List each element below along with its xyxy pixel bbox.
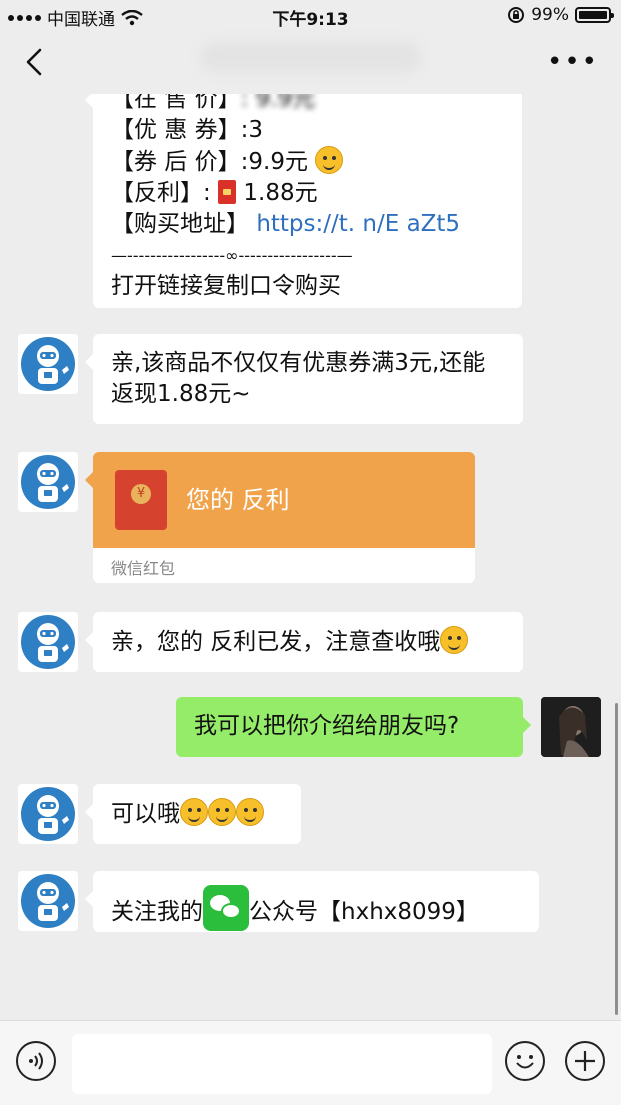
red-packet-title: 您的 反利 (186, 486, 290, 514)
bot-avatar[interactable] (18, 452, 78, 512)
bot-avatar[interactable] (18, 334, 78, 394)
plus-icon[interactable] (565, 1041, 605, 1081)
wechat-icon (203, 885, 249, 931)
bot-avatar[interactable] (18, 871, 78, 931)
red-packet-footer: 微信红包 (111, 559, 176, 578)
more-dots-icon[interactable]: ••• (547, 49, 599, 75)
nav-bar: ••• (0, 32, 621, 94)
robot-icon (21, 787, 75, 841)
emoji-icon (440, 626, 469, 654)
rotation-lock-icon (508, 7, 525, 23)
red-packet-header: 您的 反利 (93, 452, 475, 548)
chat-scrollbar[interactable] (615, 703, 618, 1015)
user-photo-icon (541, 697, 601, 757)
robot-icon (21, 874, 75, 928)
purchase-link[interactable]: https://t. n/E aZt5 (256, 211, 460, 237)
open-link-text: 打开链接复制口令购买 (111, 273, 341, 299)
ok-reply-bubble[interactable]: 可以哦 (85, 784, 301, 844)
emoji-icon[interactable] (505, 1041, 545, 1081)
chevron-left-icon[interactable] (20, 46, 52, 78)
red-packet-tail (85, 472, 93, 488)
battery-percent: 99% (531, 5, 569, 25)
user-question-bubble[interactable]: 我可以把你介绍给朋友吗? (176, 697, 531, 757)
bot-avatar[interactable] (18, 784, 78, 844)
emoji-icon (236, 798, 264, 826)
emoji-icon (315, 146, 344, 174)
follow-account-bubble[interactable]: 关注我的 公众号【hxhx8099】 (85, 871, 539, 932)
rebate-line: 【反利】: 1.88元 (111, 180, 318, 206)
message-input[interactable] (72, 1034, 492, 1094)
robot-icon (21, 615, 75, 669)
chat-messages[interactable]: 【在 售 价】: 9.9元 【优 惠 券】:3 【券 后 价】:9.9元 【反利… (0, 94, 621, 1020)
purchase-url-line: 【购买地址】 https://t. n/E aZt5 (111, 211, 461, 237)
bot-avatar[interactable] (18, 612, 78, 672)
user-avatar[interactable] (541, 697, 601, 757)
red-packet-card[interactable]: 您的 反利 微信红包 (93, 452, 475, 583)
coupon-line: 【优 惠 券】:3 (111, 117, 264, 143)
voice-icon[interactable] (16, 1041, 56, 1081)
red-packet-icon (218, 180, 237, 204)
rebate-sent-bubble[interactable]: 亲，您的 反利已发，注意查收哦 (85, 612, 523, 672)
emoji-icon (180, 798, 208, 826)
robot-icon (21, 455, 75, 509)
battery-icon (575, 7, 614, 23)
product-info-bubble[interactable]: 【在 售 价】: 9.9元 【优 惠 券】:3 【券 后 价】:9.9元 【反利… (85, 94, 522, 308)
red-envelope-icon (115, 470, 167, 530)
robot-icon (21, 337, 75, 391)
divider-line: —-----------------∞-----------------— (111, 246, 353, 265)
rebate-info-bubble[interactable]: 亲,该商品不仅仅有优惠券满3元,还能返现1.88元~ (85, 334, 523, 424)
list-price-line: 【在 售 价】: 9.9元 (111, 94, 316, 112)
input-bar (0, 1020, 621, 1105)
chat-title-blurred (200, 42, 421, 72)
status-bar: 中国联通 下午9:13 99% (0, 0, 621, 32)
emoji-icon (208, 798, 236, 826)
after-coupon-price-line: 【券 后 价】:9.9元 (111, 146, 504, 178)
